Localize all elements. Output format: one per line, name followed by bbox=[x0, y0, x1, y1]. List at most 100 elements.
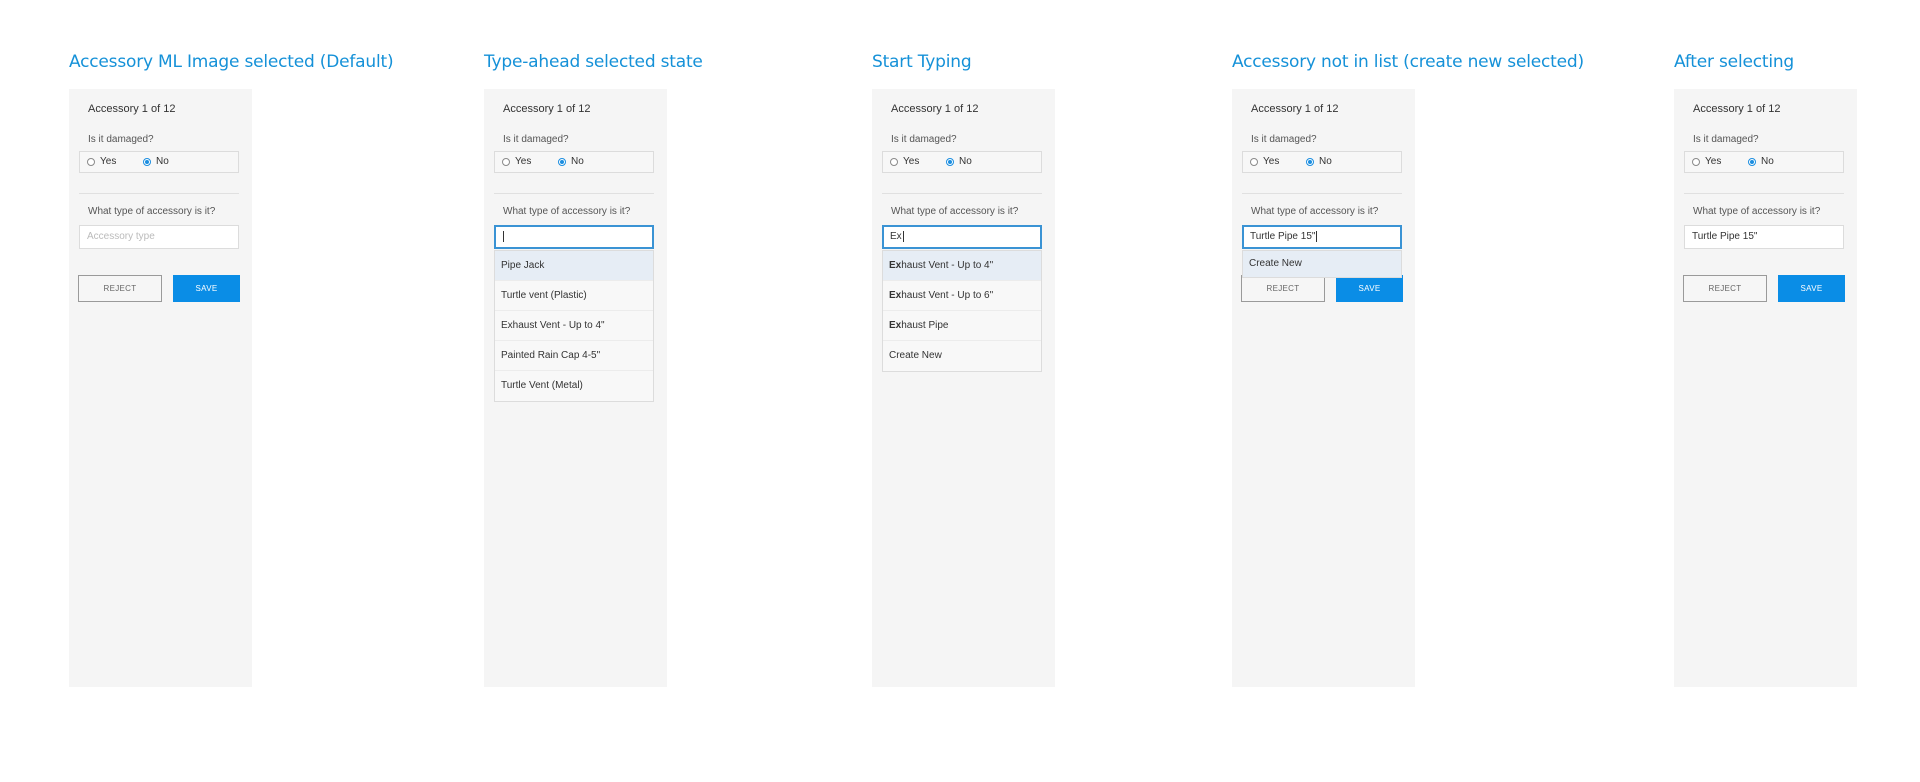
dropdown-option[interactable]: Turtle vent (Plastic) bbox=[495, 281, 653, 311]
radio-no-label: No bbox=[156, 156, 169, 167]
create-new-option[interactable]: Create New bbox=[883, 341, 1041, 371]
damaged-radio-group: Yes No bbox=[882, 151, 1042, 173]
radio-no[interactable]: No bbox=[1306, 156, 1332, 167]
accessory-type-input[interactable]: Turtle Pipe 15" bbox=[1242, 225, 1402, 249]
radio-no-label: No bbox=[1319, 156, 1332, 167]
radio-yes-label: Yes bbox=[1705, 156, 1722, 167]
radio-yes[interactable]: Yes bbox=[502, 156, 531, 167]
radio-checked-icon bbox=[558, 157, 566, 166]
divider bbox=[79, 193, 239, 194]
divider bbox=[494, 193, 654, 194]
option-rest: haust Pipe bbox=[901, 320, 949, 331]
save-button[interactable]: SAVE bbox=[173, 275, 240, 302]
damaged-radio-group: Yes No bbox=[79, 151, 239, 173]
radio-yes-label: Yes bbox=[1263, 156, 1280, 167]
radio-checked-icon bbox=[946, 157, 954, 166]
dropdown-option[interactable]: Exhaust Vent - Up to 6" bbox=[883, 281, 1041, 311]
radio-no[interactable]: No bbox=[143, 156, 169, 167]
radio-unchecked-icon bbox=[87, 157, 95, 166]
accessory-panel: Accessory 1 of 12 Is it damaged? Yes No … bbox=[1674, 89, 1857, 687]
typeahead-dropdown: Exhaust Vent - Up to 4" Exhaust Vent - U… bbox=[882, 250, 1042, 372]
dropdown-option[interactable]: Turtle Vent (Metal) bbox=[495, 371, 653, 401]
typeahead-dropdown: Pipe Jack Turtle vent (Plastic) Exhaust … bbox=[494, 250, 654, 402]
radio-no-label: No bbox=[571, 156, 584, 167]
radio-yes[interactable]: Yes bbox=[1692, 156, 1721, 167]
option-rest: haust Vent - Up to 4" bbox=[901, 260, 994, 271]
damaged-question: Is it damaged? bbox=[503, 134, 569, 145]
damaged-question: Is it damaged? bbox=[1693, 134, 1759, 145]
divider bbox=[882, 193, 1042, 194]
accessory-counter: Accessory 1 of 12 bbox=[1693, 103, 1781, 115]
dropdown-option[interactable]: Exhaust Vent - Up to 4" bbox=[495, 311, 653, 341]
radio-checked-icon bbox=[1748, 157, 1756, 166]
type-question: What type of accessory is it? bbox=[891, 206, 1019, 217]
section-title: Accessory ML Image selected (Default) bbox=[69, 52, 394, 72]
accessory-counter: Accessory 1 of 12 bbox=[503, 103, 591, 115]
radio-no[interactable]: No bbox=[558, 156, 584, 167]
create-new-option[interactable]: Create New bbox=[1243, 251, 1401, 277]
accessory-counter: Accessory 1 of 12 bbox=[1251, 103, 1339, 115]
save-button[interactable]: SAVE bbox=[1778, 275, 1845, 302]
reject-button[interactable]: REJECT bbox=[78, 275, 162, 302]
input-value: Ex bbox=[890, 231, 902, 242]
dropdown-option[interactable]: Exhaust Vent - Up to 4" bbox=[883, 251, 1041, 281]
type-question: What type of accessory is it? bbox=[1251, 206, 1379, 217]
radio-yes-label: Yes bbox=[100, 156, 117, 167]
radio-no[interactable]: No bbox=[1748, 156, 1774, 167]
radio-checked-icon bbox=[143, 157, 151, 166]
dropdown-option[interactable]: Painted Rain Cap 4-5" bbox=[495, 341, 653, 371]
radio-yes-label: Yes bbox=[903, 156, 920, 167]
accessory-panel: Accessory 1 of 12 Is it damaged? Yes No … bbox=[1232, 89, 1415, 687]
input-value: Turtle Pipe 15" bbox=[1250, 231, 1316, 242]
radio-yes-label: Yes bbox=[515, 156, 532, 167]
text-caret-icon bbox=[1316, 230, 1318, 242]
damaged-radio-group: Yes No bbox=[494, 151, 654, 173]
text-caret-icon bbox=[902, 230, 904, 242]
accessory-panel: Accessory 1 of 12 Is it damaged? Yes No … bbox=[872, 89, 1055, 687]
dropdown-option[interactable]: Exhaust Pipe bbox=[883, 311, 1041, 341]
match-highlight: Ex bbox=[889, 260, 902, 271]
radio-yes[interactable]: Yes bbox=[890, 156, 919, 167]
reject-button[interactable]: REJECT bbox=[1683, 275, 1767, 302]
accessory-type-input[interactable]: Ex bbox=[882, 225, 1042, 249]
typeahead-dropdown: Create New bbox=[1242, 250, 1402, 278]
damaged-question: Is it damaged? bbox=[891, 134, 957, 145]
radio-no[interactable]: No bbox=[946, 156, 972, 167]
accessory-type-input[interactable] bbox=[494, 225, 654, 249]
damaged-radio-group: Yes No bbox=[1684, 151, 1844, 173]
radio-unchecked-icon bbox=[890, 157, 898, 166]
radio-unchecked-icon bbox=[502, 157, 510, 166]
accessory-panel: Accessory 1 of 12 Is it damaged? Yes No … bbox=[69, 89, 252, 687]
accessory-type-input[interactable]: Turtle Pipe 15" bbox=[1684, 225, 1844, 249]
radio-yes[interactable]: Yes bbox=[87, 156, 116, 167]
section-title: Start Typing bbox=[872, 52, 972, 72]
divider bbox=[1242, 193, 1402, 194]
dropdown-option[interactable]: Pipe Jack bbox=[495, 251, 653, 281]
radio-yes[interactable]: Yes bbox=[1250, 156, 1279, 167]
match-highlight: Ex bbox=[889, 320, 902, 331]
divider bbox=[1684, 193, 1844, 194]
type-question: What type of accessory is it? bbox=[503, 206, 631, 217]
section-title: After selecting bbox=[1674, 52, 1795, 72]
accessory-type-input[interactable]: Accessory type bbox=[79, 225, 239, 249]
type-question: What type of accessory is it? bbox=[88, 206, 216, 217]
section-title: Type-ahead selected state bbox=[484, 52, 703, 72]
type-question: What type of accessory is it? bbox=[1693, 206, 1821, 217]
text-caret-icon bbox=[503, 230, 504, 242]
radio-unchecked-icon bbox=[1250, 157, 1258, 166]
damaged-question: Is it damaged? bbox=[1251, 134, 1317, 145]
radio-no-label: No bbox=[1761, 156, 1774, 167]
radio-unchecked-icon bbox=[1692, 157, 1700, 166]
option-rest: Create New bbox=[889, 350, 942, 361]
accessory-panel: Accessory 1 of 12 Is it damaged? Yes No … bbox=[484, 89, 667, 687]
damaged-radio-group: Yes No bbox=[1242, 151, 1402, 173]
radio-checked-icon bbox=[1306, 157, 1314, 166]
save-button[interactable]: SAVE bbox=[1336, 275, 1403, 302]
match-highlight: Ex bbox=[889, 290, 902, 301]
reject-button[interactable]: REJECT bbox=[1241, 275, 1325, 302]
accessory-counter: Accessory 1 of 12 bbox=[891, 103, 979, 115]
damaged-question: Is it damaged? bbox=[88, 134, 154, 145]
radio-no-label: No bbox=[959, 156, 972, 167]
option-rest: haust Vent - Up to 6" bbox=[901, 290, 994, 301]
section-title: Accessory not in list (create new select… bbox=[1232, 52, 1584, 72]
